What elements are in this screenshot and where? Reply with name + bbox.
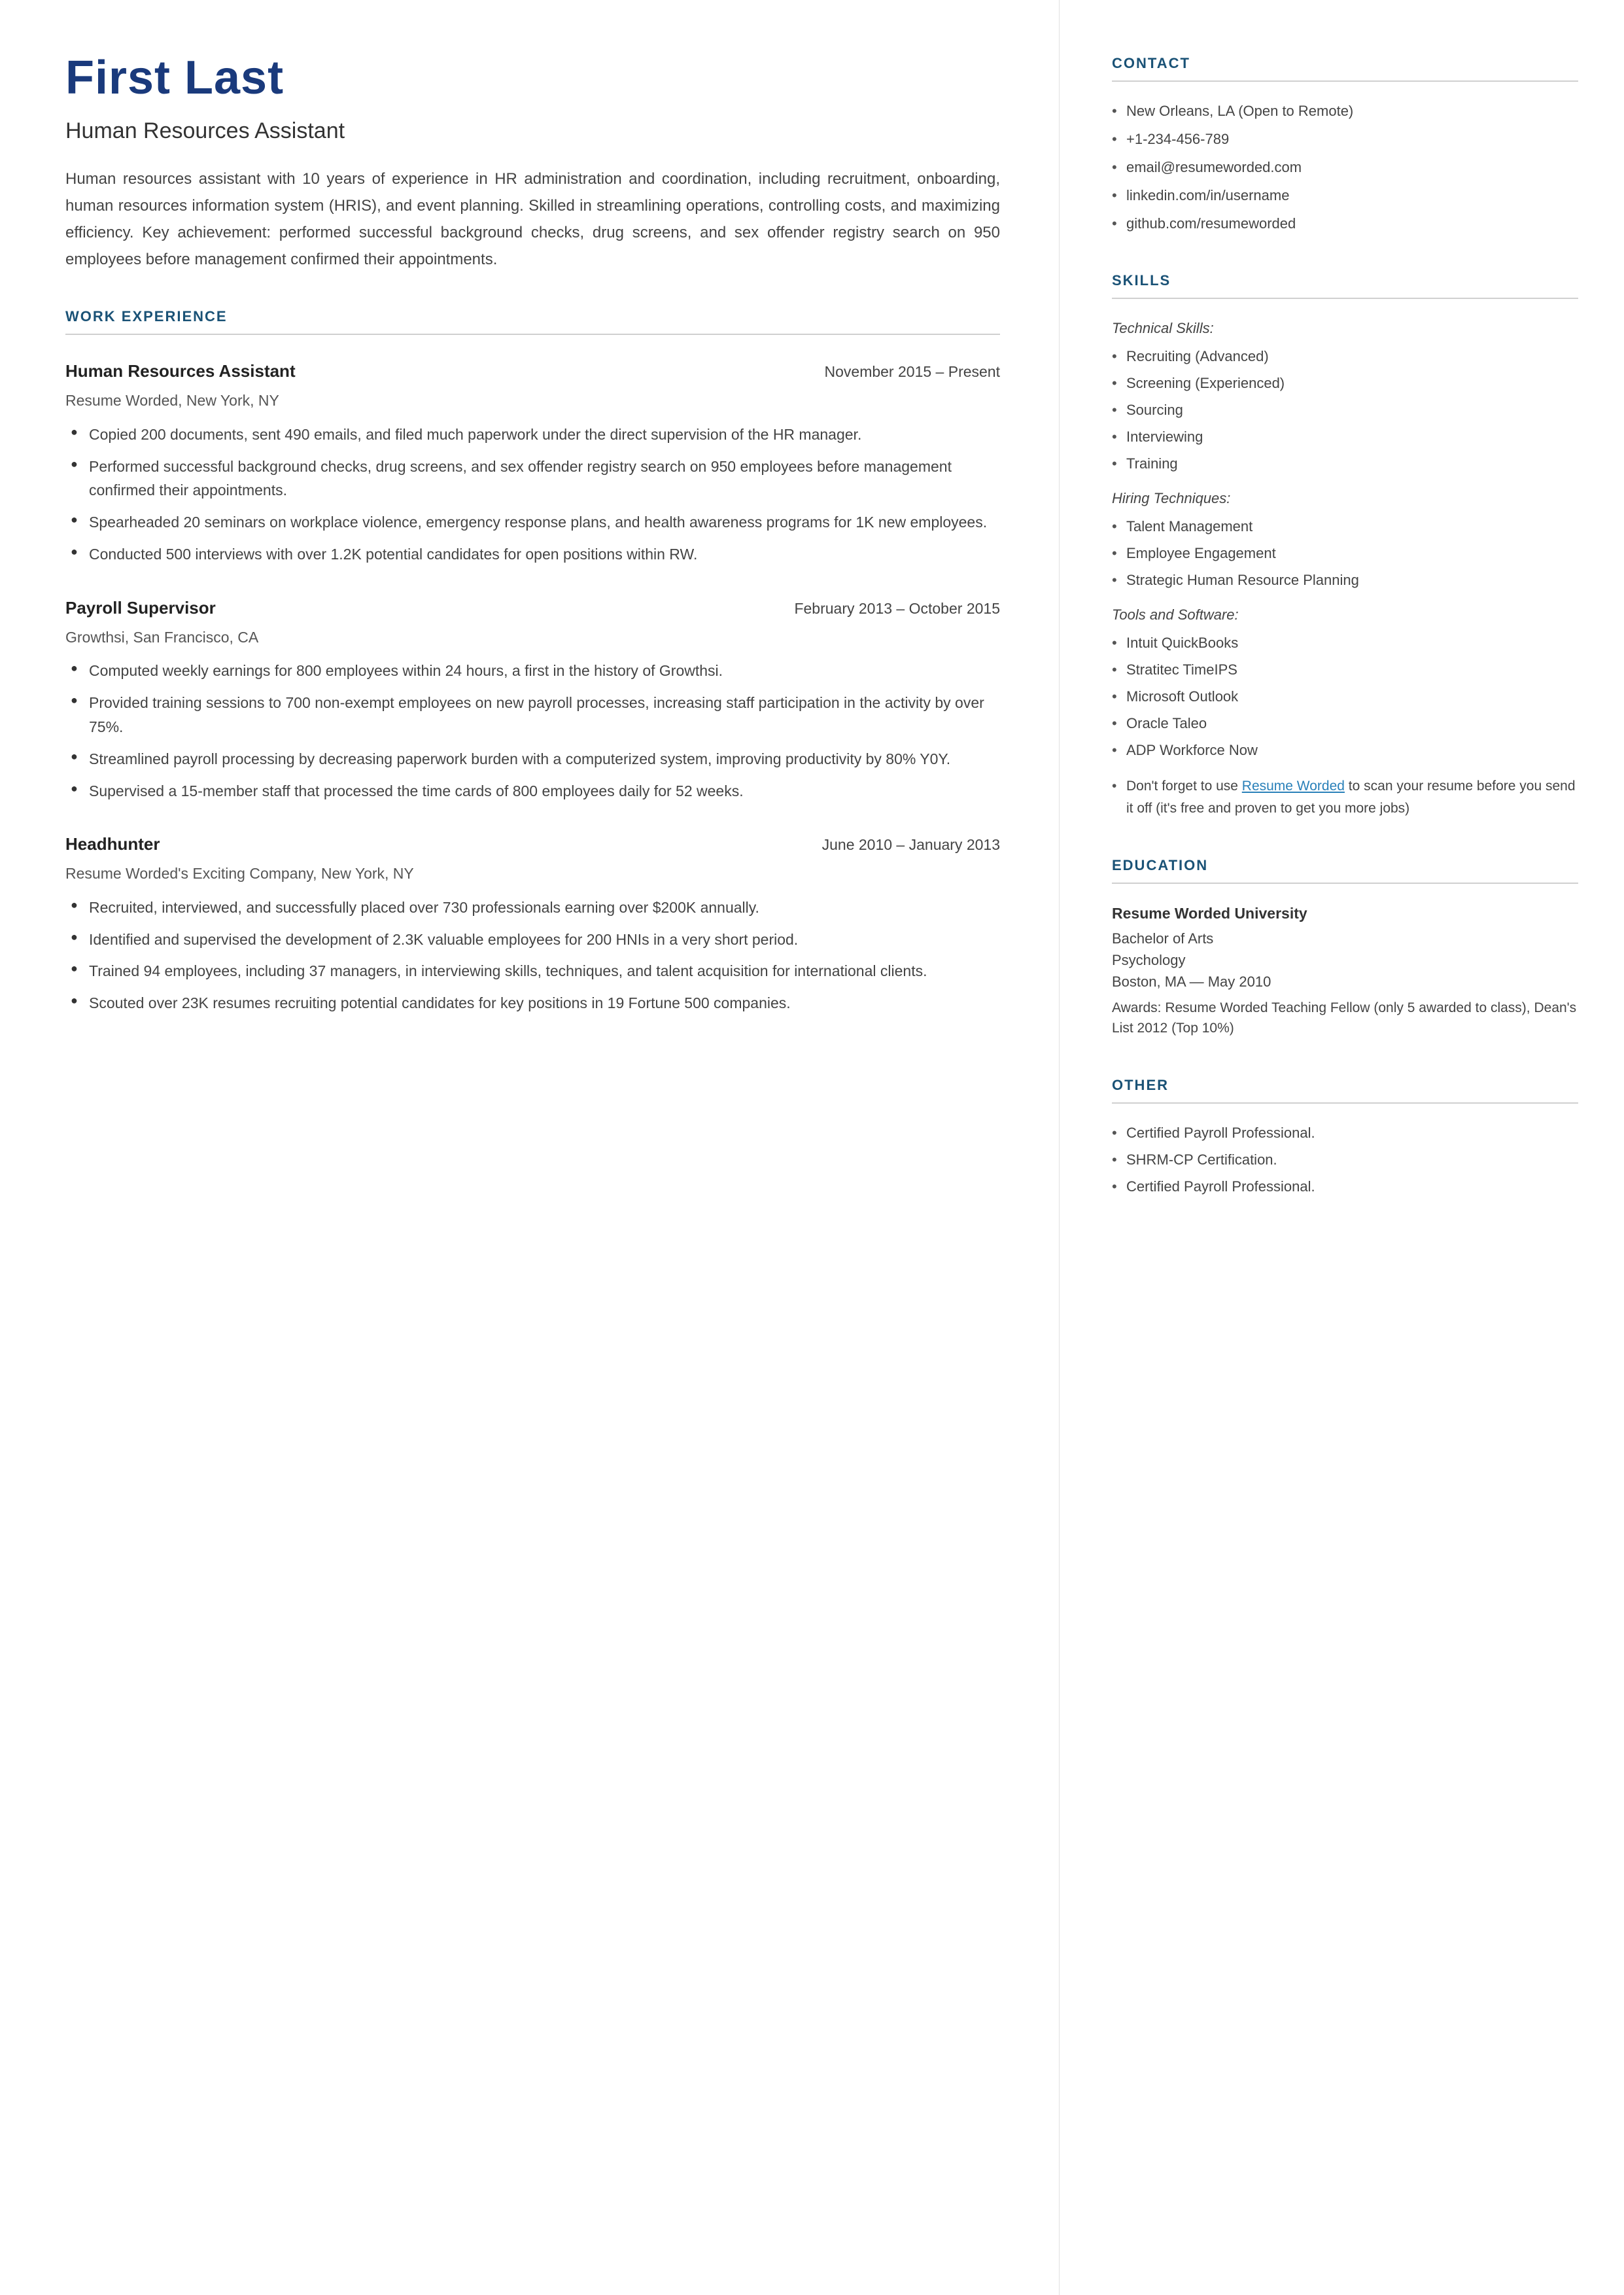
bullet-3-4: Scouted over 23K resumes recruiting pote…: [65, 991, 1000, 1015]
contact-phone: +1-234-456-789: [1112, 128, 1578, 150]
bullet-2-2: Provided training sessions to 700 non-ex…: [65, 691, 1000, 739]
job-title-2: Payroll Supervisor: [65, 595, 216, 621]
hiring-skill-2: Employee Engagement: [1112, 542, 1578, 564]
skills-note: Don't forget to use Resume Worded to sca…: [1112, 775, 1578, 819]
contact-title: CONTACT: [1112, 52, 1578, 82]
sidebar-column: CONTACT New Orleans, LA (Open to Remote)…: [1060, 0, 1624, 2295]
bullet-2-4: Supervised a 15-member staff that proces…: [65, 779, 1000, 803]
technical-skills-label: Technical Skills:: [1112, 317, 1578, 339]
technical-skills-list: Recruiting (Advanced) Screening (Experie…: [1112, 345, 1578, 474]
hiring-skill-1: Talent Management: [1112, 516, 1578, 537]
other-2: SHRM-CP Certification.: [1112, 1149, 1578, 1170]
bullet-2-3: Streamlined payroll processing by decrea…: [65, 747, 1000, 771]
edu-degree: Bachelor of Arts: [1112, 928, 1578, 949]
bullet-1-3: Spearheaded 20 seminars on workplace vio…: [65, 510, 1000, 534]
edu-awards: Awards: Resume Worded Teaching Fellow (o…: [1112, 998, 1578, 1039]
skill-3: Sourcing: [1112, 399, 1578, 421]
summary-text: Human resources assistant with 10 years …: [65, 166, 1000, 273]
education-block: Resume Worded University Bachelor of Art…: [1112, 902, 1578, 1039]
job-dates-3: June 2010 – January 2013: [822, 833, 1000, 856]
work-experience-section-title: WORK EXPERIENCE: [65, 306, 1000, 335]
bullet-2-1: Computed weekly earnings for 800 employe…: [65, 659, 1000, 683]
candidate-name: First Last: [65, 52, 1000, 104]
edu-field: Psychology: [1112, 949, 1578, 971]
other-list: Certified Payroll Professional. SHRM-CP …: [1112, 1122, 1578, 1197]
job-title: Human Resources Assistant: [65, 114, 1000, 148]
tools-list: Intuit QuickBooks Stratitec TimeIPS Micr…: [1112, 632, 1578, 761]
skills-section: SKILLS Technical Skills: Recruiting (Adv…: [1112, 270, 1578, 819]
skill-1: Recruiting (Advanced): [1112, 345, 1578, 367]
skill-2: Screening (Experienced): [1112, 372, 1578, 394]
job-block-2: Payroll Supervisor February 2013 – Octob…: [65, 595, 1000, 803]
bullet-3-2: Identified and supervised the developmen…: [65, 928, 1000, 952]
job-block-1: Human Resources Assistant November 2015 …: [65, 359, 1000, 566]
job-header-2: Payroll Supervisor February 2013 – Octob…: [65, 595, 1000, 621]
education-title: EDUCATION: [1112, 854, 1578, 884]
job-bullets-1: Copied 200 documents, sent 490 emails, a…: [65, 423, 1000, 567]
contact-github: github.com/resumeworded: [1112, 213, 1578, 234]
bullet-1-1: Copied 200 documents, sent 490 emails, a…: [65, 423, 1000, 447]
hiring-techniques-list: Talent Management Employee Engagement St…: [1112, 516, 1578, 591]
contact-email: email@resumeworded.com: [1112, 156, 1578, 178]
job-company-3: Resume Worded's Exciting Company, New Yo…: [65, 862, 1000, 885]
bullet-1-4: Conducted 500 interviews with over 1.2K …: [65, 542, 1000, 567]
job-title-1: Human Resources Assistant: [65, 359, 296, 384]
job-title-3: Headhunter: [65, 832, 160, 857]
bullet-3-3: Trained 94 employees, including 37 manag…: [65, 959, 1000, 983]
bullet-3-1: Recruited, interviewed, and successfully…: [65, 896, 1000, 920]
job-header-3: Headhunter June 2010 – January 2013: [65, 832, 1000, 857]
edu-school: Resume Worded University: [1112, 902, 1578, 925]
tools-software-label: Tools and Software:: [1112, 604, 1578, 625]
other-section: OTHER Certified Payroll Professional. SH…: [1112, 1074, 1578, 1197]
job-dates-1: November 2015 – Present: [825, 360, 1001, 383]
job-header-1: Human Resources Assistant November 2015 …: [65, 359, 1000, 384]
hiring-skill-3: Strategic Human Resource Planning: [1112, 569, 1578, 591]
job-company-2: Growthsi, San Francisco, CA: [65, 626, 1000, 649]
resume-page: First Last Human Resources Assistant Hum…: [0, 0, 1624, 2295]
hiring-techniques-label: Hiring Techniques:: [1112, 487, 1578, 509]
education-section: EDUCATION Resume Worded University Bache…: [1112, 854, 1578, 1039]
job-company-1: Resume Worded, New York, NY: [65, 389, 1000, 412]
other-1: Certified Payroll Professional.: [1112, 1122, 1578, 1144]
contact-linkedin: linkedin.com/in/username: [1112, 184, 1578, 206]
skills-note-prefix: Don't forget to use: [1126, 779, 1242, 794]
bullet-1-2: Performed successful background checks, …: [65, 455, 1000, 503]
other-title: OTHER: [1112, 1074, 1578, 1104]
job-block-3: Headhunter June 2010 – January 2013 Resu…: [65, 832, 1000, 1015]
tool-3: Microsoft Outlook: [1112, 686, 1578, 707]
skill-4: Interviewing: [1112, 426, 1578, 447]
tool-2: Stratitec TimeIPS: [1112, 659, 1578, 680]
job-bullets-2: Computed weekly earnings for 800 employe…: [65, 659, 1000, 803]
contact-list: New Orleans, LA (Open to Remote) +1-234-…: [1112, 100, 1578, 234]
contact-section: CONTACT New Orleans, LA (Open to Remote)…: [1112, 52, 1578, 234]
resume-worded-link[interactable]: Resume Worded: [1242, 779, 1345, 794]
main-column: First Last Human Resources Assistant Hum…: [0, 0, 1060, 2295]
tool-1: Intuit QuickBooks: [1112, 632, 1578, 654]
skills-title: SKILLS: [1112, 270, 1578, 299]
tool-4: Oracle Taleo: [1112, 712, 1578, 734]
other-3: Certified Payroll Professional.: [1112, 1176, 1578, 1197]
skill-5: Training: [1112, 453, 1578, 474]
edu-date: Boston, MA — May 2010: [1112, 971, 1578, 992]
job-bullets-3: Recruited, interviewed, and successfully…: [65, 896, 1000, 1015]
contact-location: New Orleans, LA (Open to Remote): [1112, 100, 1578, 122]
tool-5: ADP Workforce Now: [1112, 739, 1578, 761]
job-dates-2: February 2013 – October 2015: [794, 597, 1000, 620]
